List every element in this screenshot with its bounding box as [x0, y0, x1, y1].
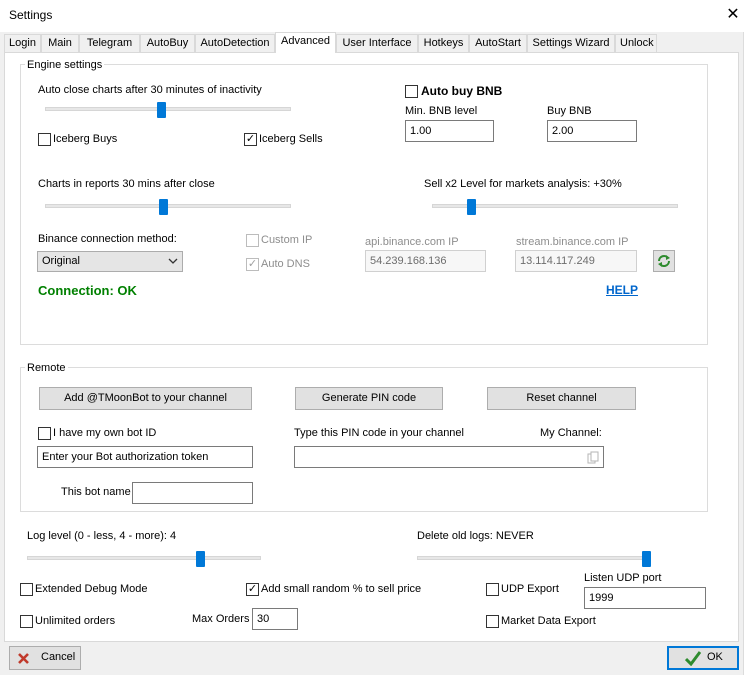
listen-udp-input[interactable]: 1999	[584, 587, 706, 609]
chevron-down-icon	[168, 258, 178, 264]
bot-name-input[interactable]	[132, 482, 253, 504]
min-bnb-input[interactable]: 1.00	[405, 120, 494, 142]
remote-label: Remote	[25, 362, 68, 374]
delete-logs-slider[interactable]	[417, 550, 651, 568]
pin-instruction-label: Type this PIN code in your channel	[294, 427, 464, 439]
auto-close-label: Auto close charts after 30 minutes of in…	[38, 84, 262, 96]
tab-hotkeys[interactable]: Hotkeys	[418, 34, 469, 52]
slider-track	[417, 556, 651, 560]
cancel-label: Cancel	[41, 651, 76, 663]
market-data-export-label: Market Data Export	[501, 615, 596, 627]
buy-bnb-label: Buy BNB	[547, 105, 592, 117]
auto-dns-label: Auto DNS	[261, 258, 310, 270]
connection-method-value: Original	[42, 255, 80, 267]
own-bot-label: I have my own bot ID	[53, 427, 157, 439]
sell-x2-label: Sell x2 Level for markets analysis: +30%	[424, 178, 622, 190]
iceberg-sells-label: Iceberg Sells	[259, 133, 323, 145]
copy-icon[interactable]	[587, 451, 599, 464]
tab-autobuy[interactable]: AutoBuy	[140, 34, 195, 52]
tab-settings-wizard[interactable]: Settings Wizard	[527, 34, 615, 52]
udp-export-checkbox[interactable]	[486, 583, 499, 596]
check-icon	[685, 651, 701, 666]
tab-login[interactable]: Login	[4, 34, 41, 52]
auto-dns-checkbox[interactable]: ✓	[246, 258, 259, 271]
tab-unlock[interactable]: Unlock	[615, 34, 657, 52]
my-channel-label: My Channel:	[540, 427, 602, 439]
auto-close-slider[interactable]	[45, 101, 291, 119]
max-orders-input[interactable]: 30	[252, 608, 298, 630]
sell-x2-slider[interactable]	[432, 198, 678, 216]
auto-buy-bnb-label: Auto buy BNB	[421, 84, 503, 98]
window-title: Settings	[9, 8, 53, 22]
iceberg-buys-label: Iceberg Buys	[53, 133, 118, 145]
udp-export-label: UDP Export	[501, 583, 559, 595]
bot-token-input[interactable]: Enter your Bot authorization token	[37, 446, 253, 468]
refresh-ip-button[interactable]	[653, 250, 675, 272]
refresh-icon	[658, 255, 670, 267]
bot-name-label: This bot name	[61, 486, 131, 498]
close-icon[interactable]: ✕	[724, 5, 742, 25]
unlimited-orders-label: Unlimited orders	[35, 615, 116, 627]
extended-debug-label: Extended Debug Mode	[35, 583, 148, 595]
slider-track	[27, 556, 261, 560]
connection-method-select[interactable]: Original	[37, 251, 183, 272]
window-edge	[743, 32, 749, 675]
stream-ip-label: stream.binance.com IP	[516, 236, 629, 248]
cancel-button[interactable]: Cancel	[9, 646, 81, 670]
random-percent-checkbox[interactable]: ✓	[246, 583, 259, 596]
unlimited-orders-checkbox[interactable]	[20, 615, 33, 628]
tab-user-interface[interactable]: User Interface	[336, 34, 418, 52]
engine-settings-label: Engine settings	[25, 59, 105, 71]
iceberg-sells-checkbox[interactable]: ✓	[244, 133, 257, 146]
tab-advanced[interactable]: Advanced	[275, 32, 336, 53]
connection-method-label: Binance connection method:	[38, 233, 177, 245]
own-bot-checkbox[interactable]	[38, 427, 51, 440]
help-link[interactable]: HELP	[606, 283, 638, 297]
log-level-label: Log level (0 - less, 4 - more): 4	[27, 530, 177, 542]
slider-thumb[interactable]	[159, 199, 168, 215]
connection-status: Connection: OK	[38, 283, 137, 298]
slider-thumb[interactable]	[642, 551, 651, 567]
stream-ip-input[interactable]: 13.114.117.249	[515, 250, 637, 272]
tab-autostart[interactable]: AutoStart	[469, 34, 527, 52]
buy-bnb-input[interactable]: 2.00	[547, 120, 637, 142]
custom-ip-label: Custom IP	[261, 234, 313, 246]
ok-label: OK	[707, 651, 723, 663]
api-ip-label: api.binance.com IP	[365, 236, 459, 248]
reset-channel-button[interactable]: Reset channel	[487, 387, 636, 410]
charts-reports-slider[interactable]	[45, 198, 291, 216]
max-orders-label: Max Orders	[192, 613, 250, 625]
iceberg-buys-checkbox[interactable]	[38, 133, 51, 146]
add-bot-button[interactable]: Add @TMoonBot to your channel	[39, 387, 252, 410]
listen-udp-label: Listen UDP port	[584, 572, 662, 584]
slider-thumb[interactable]	[196, 551, 205, 567]
slider-thumb[interactable]	[467, 199, 476, 215]
title-bar	[0, 0, 749, 32]
slider-thumb[interactable]	[157, 102, 166, 118]
extended-debug-checkbox[interactable]	[20, 583, 33, 596]
delete-logs-label: Delete old logs: NEVER	[417, 530, 534, 542]
custom-ip-checkbox[interactable]	[246, 234, 259, 247]
cancel-x-icon	[18, 653, 29, 664]
slider-track	[45, 107, 291, 111]
market-data-export-checkbox[interactable]	[486, 615, 499, 628]
api-ip-input[interactable]: 54.239.168.136	[365, 250, 486, 272]
tab-main[interactable]: Main	[41, 34, 79, 52]
log-level-slider[interactable]	[27, 550, 261, 568]
tab-telegram[interactable]: Telegram	[79, 34, 140, 52]
pin-code-input[interactable]	[294, 446, 604, 468]
ok-button[interactable]: OK	[667, 646, 739, 670]
generate-pin-button[interactable]: Generate PIN code	[295, 387, 443, 410]
charts-reports-label: Charts in reports 30 mins after close	[38, 178, 215, 190]
slider-track	[45, 204, 291, 208]
min-bnb-label: Min. BNB level	[405, 105, 478, 117]
random-percent-label: Add small random % to sell price	[261, 583, 422, 595]
tab-autodetection[interactable]: AutoDetection	[195, 34, 275, 52]
auto-buy-bnb-checkbox[interactable]	[405, 85, 418, 98]
